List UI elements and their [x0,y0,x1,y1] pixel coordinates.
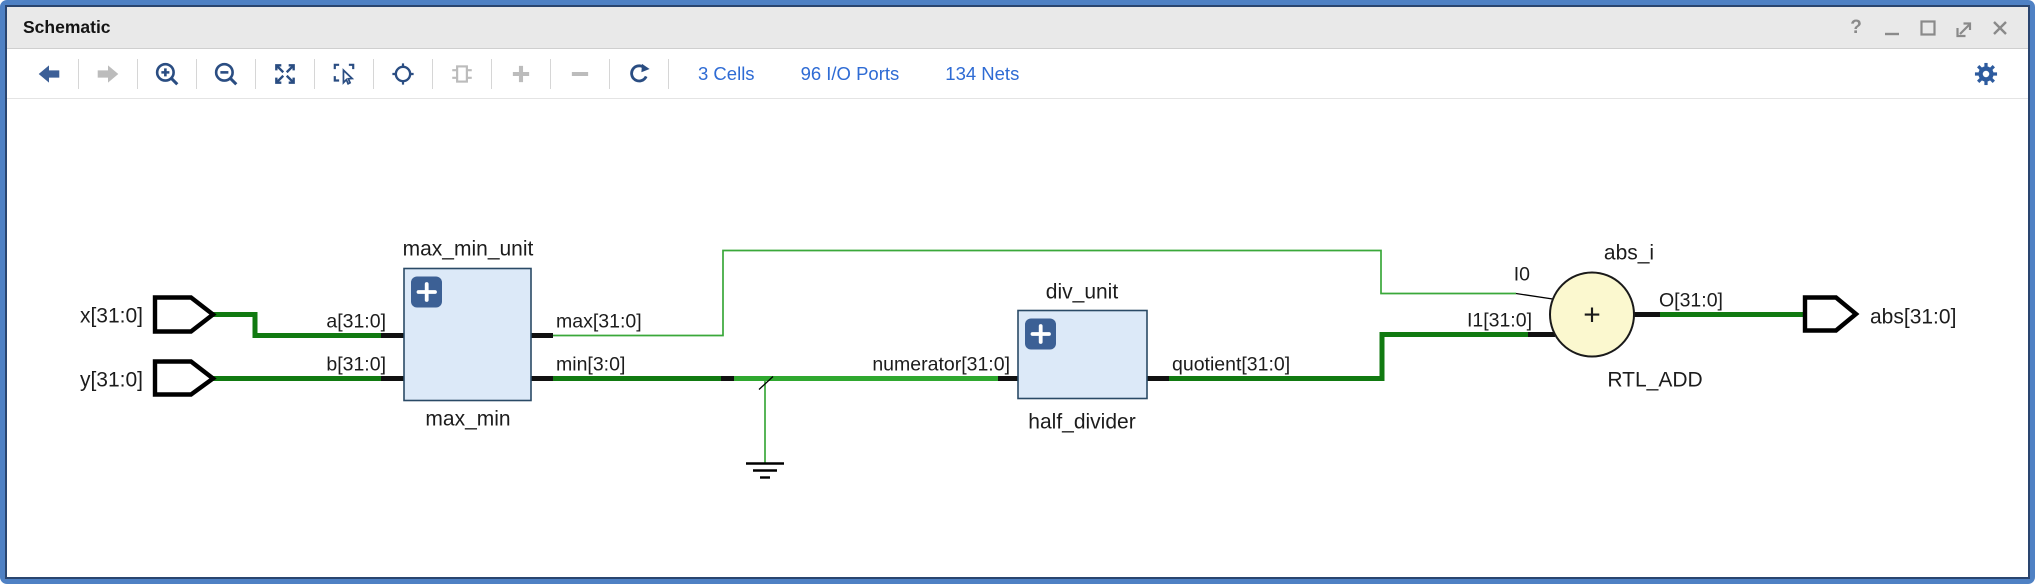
gear-icon [1973,61,1999,87]
pin-quotient-label: quotient[31:0] [1172,354,1290,376]
zoom-fit-button[interactable] [268,57,302,91]
toolbar-separator [609,59,610,89]
toolbar-separator [668,59,669,89]
pin-a-label: a[31:0] [326,311,386,333]
port-y-label: y[31:0] [80,369,143,392]
titlebar-buttons: ? [1844,16,2012,40]
help-icon: ? [1850,17,1862,39]
minus-icon [567,61,593,87]
close-icon [1989,17,2011,39]
maximize-button[interactable] [1916,16,1940,40]
cell-max-min-module: max_min [425,408,510,431]
zoom-out-icon [213,61,239,87]
zoom-out-button[interactable] [209,57,243,91]
titlebar[interactable]: Schematic ? [7,7,2028,49]
back-button[interactable] [32,57,66,91]
cell-adder-instance: abs_i [1604,242,1654,265]
schematic-drawing: x[31:0] y[31:0] abs[31:0] max_min_unit m… [7,99,2028,577]
pin-min-label: min[3:0] [556,354,625,376]
pin-numerator-label: numerator[31:0] [872,354,1010,376]
zoom-fit-icon [272,61,298,87]
zoom-in-icon [154,61,180,87]
input-port-y[interactable] [155,362,213,395]
pin-o-label: O[31:0] [1659,290,1723,312]
io-ports-count-link[interactable]: 96 I/O Ports [801,63,900,85]
forward-button[interactable] [91,57,125,91]
zoom-to-selection-icon [331,61,357,87]
toolbar-separator [373,59,374,89]
toolbar-separator [550,59,551,89]
expand-block-button[interactable] [411,277,442,308]
schematic-canvas[interactable]: x[31:0] y[31:0] abs[31:0] max_min_unit m… [7,99,2028,577]
add-button[interactable] [504,57,538,91]
cell-max-min-instance: max_min_unit [403,238,534,261]
toolbar-separator [196,59,197,89]
pin-b-label: b[31:0] [326,354,386,376]
maximize-icon [1917,17,1939,39]
port-x-label: x[31:0] [80,305,143,328]
adder-operator: + [1583,299,1601,332]
expand-block-button[interactable] [1025,319,1056,350]
toolbar: 3 Cells 96 I/O Ports 134 Nets [7,49,2028,99]
pin-i1-label: I1[31:0] [1467,310,1532,332]
minimize-icon [1881,17,1903,39]
minimize-button[interactable] [1880,16,1904,40]
back-icon [36,61,62,87]
zoom-in-button[interactable] [150,57,184,91]
cells-count-link[interactable]: 3 Cells [698,63,755,85]
refresh-icon [626,61,652,87]
float-window-icon [1953,17,1975,39]
schematic-window: Schematic ? [5,5,2030,579]
autofit-selection-button[interactable] [386,57,420,91]
toolbar-separator [491,59,492,89]
pin-i0-label: I0 [1514,264,1530,286]
ground-symbol[interactable] [746,464,784,478]
cell-adder-module: RTL_ADD [1607,369,1702,392]
zoom-to-selection-button[interactable] [327,57,361,91]
close-button[interactable] [1988,16,2012,40]
port-abs-label: abs[31:0] [1870,306,1956,329]
output-port-abs[interactable] [1805,298,1856,331]
nets-count-link[interactable]: 134 Nets [945,63,1019,85]
schematic-stats: 3 Cells 96 I/O Ports 134 Nets [698,63,1019,85]
remove-button[interactable] [563,57,597,91]
chip-icon [449,61,475,87]
toolbar-separator [137,59,138,89]
settings-button[interactable] [1969,57,2003,91]
toolbar-separator [314,59,315,89]
window-frame: Schematic ? [0,0,2035,584]
expand-cone-button[interactable] [445,57,479,91]
float-window-button[interactable] [1952,16,1976,40]
toolbar-separator [78,59,79,89]
toolbar-separator [432,59,433,89]
plus-icon [508,61,534,87]
pin-max-label: max[31:0] [556,311,642,333]
cell-divider-module: half_divider [1028,411,1135,434]
help-button[interactable]: ? [1844,16,1868,40]
forward-icon [95,61,121,87]
cell-divider-instance: div_unit [1046,281,1119,304]
input-port-x[interactable] [155,298,213,332]
window-title: Schematic [23,17,111,38]
crosshair-target-icon [390,61,416,87]
toolbar-separator [255,59,256,89]
regenerate-button[interactable] [622,57,656,91]
net-max-pin-entry[interactable] [1516,294,1556,300]
